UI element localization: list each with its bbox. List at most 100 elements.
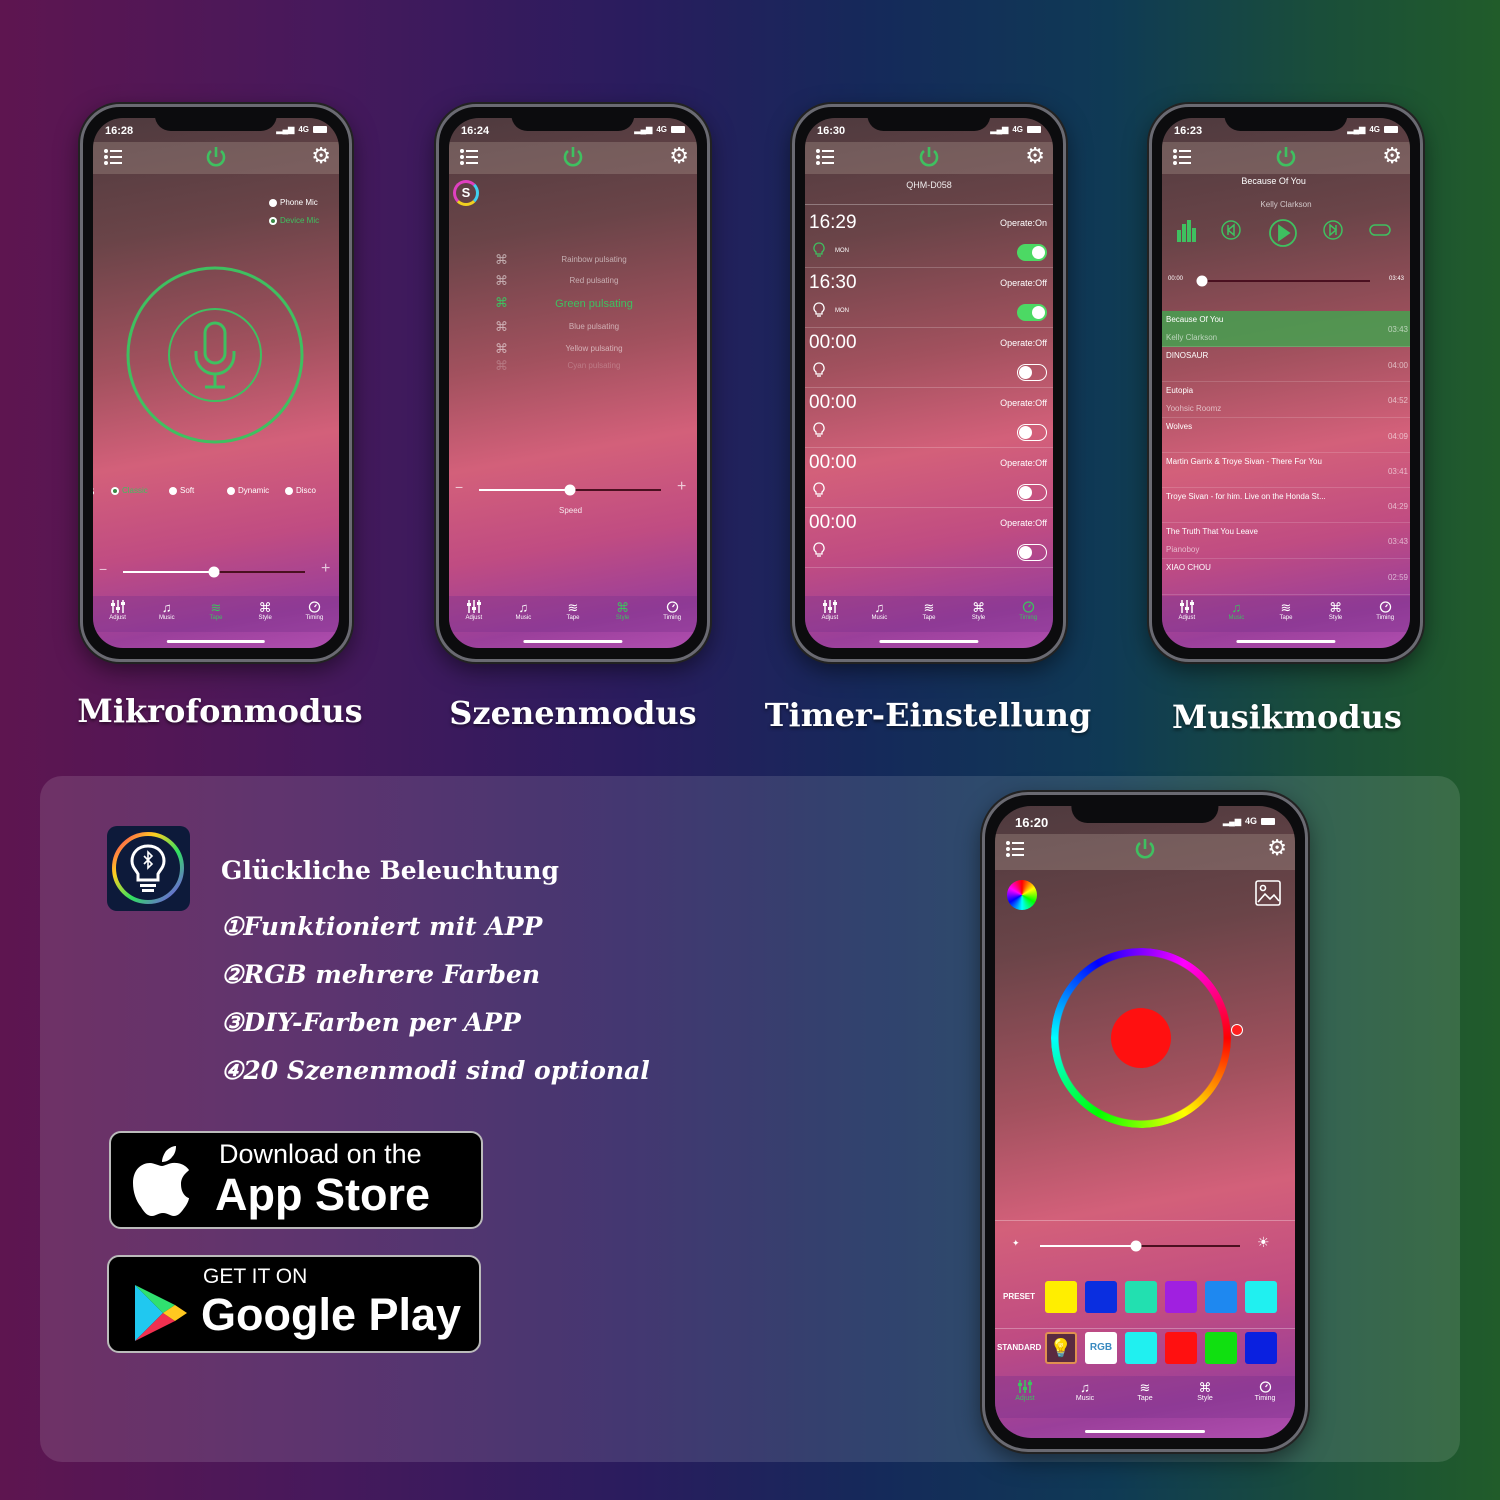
home-indicator[interactable]: [1236, 640, 1336, 643]
color-wheel-icon[interactable]: [1007, 880, 1037, 910]
tab-timing[interactable]: Timing: [1235, 1376, 1295, 1418]
standard-color-swatch[interactable]: [1205, 1332, 1237, 1364]
radio-button[interactable]: [227, 486, 235, 495]
mic-option[interactable]: Phone Mic: [269, 198, 318, 207]
sound-mode-option[interactable]: Dynamic: [227, 486, 269, 495]
sound-mode-option[interactable]: S: [93, 486, 94, 498]
timer-row[interactable]: 00:00 Operate:Off: [805, 388, 1053, 448]
preset-color-swatch[interactable]: [1045, 1281, 1077, 1313]
settings-gear-icon[interactable]: ⚙: [669, 143, 689, 169]
preset-color-swatch[interactable]: [1245, 1281, 1277, 1313]
mic-button[interactable]: [125, 265, 305, 445]
song-item[interactable]: Eutopia Yoohsic Roomz 04:52: [1162, 382, 1410, 418]
preset-color-swatch[interactable]: [1165, 1281, 1197, 1313]
standard-color-swatch[interactable]: [1165, 1332, 1197, 1364]
timer-row[interactable]: 00:00 Operate:Off: [805, 328, 1053, 388]
tab-tape[interactable]: ≋ Tape: [1115, 1376, 1175, 1418]
plus-button[interactable]: +: [321, 560, 330, 578]
plus-button[interactable]: +: [677, 478, 686, 496]
preset-color-swatch[interactable]: [1205, 1281, 1237, 1313]
tab-style[interactable]: ⌘ Style: [954, 596, 1004, 632]
minus-button[interactable]: −: [99, 561, 107, 577]
slider-thumb[interactable]: [1130, 1240, 1142, 1252]
tab-tape[interactable]: ≋ Tape: [191, 596, 240, 632]
power-icon[interactable]: [561, 145, 585, 174]
speed-slider[interactable]: [449, 118, 697, 648]
menu-icon[interactable]: [1172, 147, 1192, 172]
song-item[interactable]: DINOSAUR 04:00: [1162, 347, 1410, 382]
minus-button[interactable]: −: [455, 479, 463, 495]
standard-color-swatch[interactable]: [1125, 1332, 1157, 1364]
home-indicator[interactable]: [523, 640, 623, 643]
radio-button[interactable]: [285, 486, 293, 495]
tab-timing[interactable]: Timing: [647, 596, 697, 632]
tab-tape[interactable]: ≋ Tape: [1261, 596, 1311, 632]
mic-option[interactable]: Device Mic: [269, 216, 319, 225]
tab-adjust[interactable]: Adjust: [805, 596, 855, 632]
menu-icon[interactable]: [815, 147, 835, 172]
timer-row[interactable]: 00:00 Operate:Off: [805, 508, 1053, 568]
play-button[interactable]: [1268, 218, 1298, 253]
preset-color-swatch[interactable]: [1125, 1281, 1157, 1313]
radio-button[interactable]: [269, 198, 277, 207]
timer-row[interactable]: 16:29 Operate:On MON: [805, 208, 1053, 268]
tab-style[interactable]: ⌘ Style: [241, 596, 290, 632]
timer-toggle[interactable]: [1017, 244, 1047, 261]
menu-icon[interactable]: [103, 147, 123, 172]
settings-gear-icon[interactable]: ⚙: [1382, 143, 1402, 169]
sound-mode-option[interactable]: Disco: [285, 486, 316, 495]
tab-music[interactable]: ♫ Music: [499, 596, 549, 632]
tab-adjust[interactable]: Adjust: [1162, 596, 1212, 632]
menu-icon[interactable]: [459, 147, 479, 172]
equalizer-icon[interactable]: [1176, 218, 1198, 247]
power-icon[interactable]: [917, 145, 941, 174]
radio-button[interactable]: [269, 216, 277, 225]
tab-music[interactable]: ♫ Music: [855, 596, 905, 632]
timer-toggle[interactable]: [1017, 304, 1047, 321]
tab-style[interactable]: ⌘ Style: [1311, 596, 1361, 632]
power-icon[interactable]: [1274, 145, 1298, 174]
power-icon[interactable]: [204, 145, 228, 174]
tab-tape[interactable]: ≋ Tape: [548, 596, 598, 632]
tab-timing[interactable]: Timing: [1360, 596, 1410, 632]
slider-thumb[interactable]: [1196, 275, 1208, 287]
tab-style[interactable]: ⌘ Style: [1175, 1376, 1235, 1418]
song-item[interactable]: Martin Garrix & Troye Sivan - There For …: [1162, 453, 1410, 488]
home-indicator[interactable]: [1085, 1430, 1205, 1433]
tab-timing[interactable]: Timing: [290, 596, 339, 632]
settings-gear-icon[interactable]: ⚙: [311, 143, 331, 169]
timer-toggle[interactable]: [1017, 364, 1047, 381]
standard-color-swatch[interactable]: [1245, 1332, 1277, 1364]
settings-gear-icon[interactable]: ⚙: [1025, 143, 1045, 169]
tab-music[interactable]: ♫ Music: [1212, 596, 1262, 632]
timer-row[interactable]: 00:00 Operate:Off: [805, 448, 1053, 508]
power-icon[interactable]: [1133, 837, 1157, 866]
repeat-icon[interactable]: [1368, 218, 1392, 247]
song-item[interactable]: Because Of You Kelly Clarkson 03:43: [1162, 311, 1410, 347]
preset-color-swatch[interactable]: [1085, 1281, 1117, 1313]
previous-button[interactable]: [1220, 218, 1242, 247]
tab-tape[interactable]: ≋ Tape: [904, 596, 954, 632]
sound-mode-option[interactable]: Classic: [111, 486, 148, 495]
tab-style[interactable]: ⌘ Style: [598, 596, 648, 632]
sound-mode-option[interactable]: Soft: [169, 486, 194, 495]
timer-row[interactable]: 16:30 Operate:Off MON: [805, 268, 1053, 328]
tab-music[interactable]: ♫ Music: [142, 596, 191, 632]
tab-music[interactable]: ♫ Music: [1055, 1376, 1115, 1418]
next-button[interactable]: [1322, 218, 1344, 247]
slider-thumb[interactable]: [564, 484, 576, 496]
tab-adjust[interactable]: Adjust: [449, 596, 499, 632]
song-item[interactable]: Wolves 04:09: [1162, 418, 1410, 453]
google-play-badge[interactable]: GET IT ON Google Play: [107, 1255, 481, 1353]
timer-toggle[interactable]: [1017, 544, 1047, 561]
song-item[interactable]: XIAO CHOU 02:59: [1162, 559, 1410, 595]
tab-adjust[interactable]: Adjust: [93, 596, 142, 632]
timer-toggle[interactable]: [1017, 484, 1047, 501]
home-indicator[interactable]: [879, 640, 979, 643]
song-item[interactable]: Troye Sivan - for him. Live on the Honda…: [1162, 488, 1410, 523]
slider-thumb[interactable]: [208, 566, 220, 578]
app-store-badge[interactable]: Download on the App Store: [109, 1131, 483, 1229]
home-indicator[interactable]: [166, 640, 266, 643]
color-wheel-marker[interactable]: [1231, 1024, 1243, 1036]
tab-timing[interactable]: Timing: [1003, 596, 1053, 632]
